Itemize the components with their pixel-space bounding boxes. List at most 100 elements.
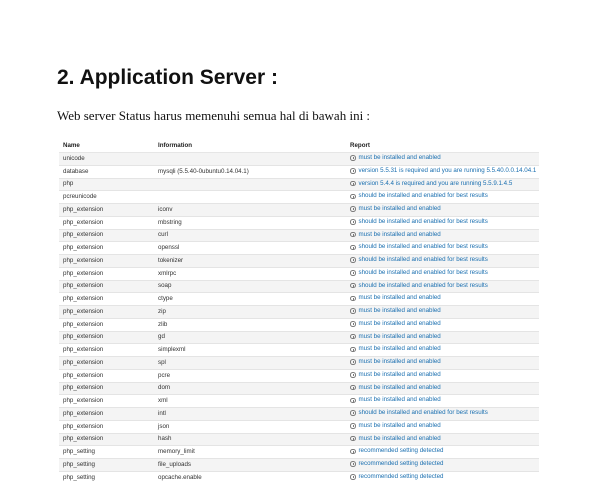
cell-report: must be installed and enabled — [346, 343, 539, 357]
report-text: must be installed and enabled — [358, 345, 441, 353]
cell-information: curl — [154, 228, 346, 242]
info-circle-icon — [350, 461, 356, 467]
info-circle-icon — [350, 448, 356, 454]
table-row: php_extension dom must be installed and en… — [59, 381, 539, 395]
cell-report: must be installed and enabled — [346, 228, 539, 242]
info-circle-icon — [350, 180, 356, 187]
report-entry: must be installed and enabled — [350, 332, 441, 342]
info-circle-icon — [350, 474, 356, 480]
cell-information — [154, 177, 346, 191]
info-circle-icon — [350, 346, 356, 352]
cell-name: php_extension — [59, 407, 154, 421]
cell-name: php_extension — [59, 343, 154, 357]
report-text: must be installed and enabled — [358, 307, 441, 314]
report-text: should be installed and enabled for best… — [358, 256, 488, 263]
cell-report: should be installed and enabled for best… — [346, 266, 539, 280]
report-entry: must be installed and enabled — [350, 357, 441, 367]
table-row: php_extension intl should be installed and… — [59, 407, 539, 421]
cell-report: must be installed and enabled — [346, 317, 539, 331]
report-text: should be installed and enabled for best… — [358, 217, 488, 225]
table-row: php_extension xmlrpc should be installed a… — [59, 266, 539, 280]
report-text: must be installed and enabled — [358, 230, 441, 238]
info-circle-icon — [350, 372, 356, 378]
report-text: recommended setting detected — [358, 472, 444, 480]
cell-information: opcache.enable — [154, 470, 346, 484]
report-text: should be installed and enabled for best… — [358, 281, 488, 289]
table-row: php_extension zlib must be installed and e… — [59, 317, 539, 331]
info-circle-icon — [350, 423, 356, 429]
column-header-name: Name — [59, 139, 154, 153]
report-text: must be installed and enabled — [358, 421, 441, 429]
info-circle-icon — [350, 295, 356, 301]
report-text: must be installed and enabled — [358, 332, 441, 340]
info-circle-icon — [350, 384, 356, 391]
table-row: php version 5.4.4 is required and you are… — [59, 177, 539, 191]
report-text: recommended setting detected — [358, 460, 444, 467]
cell-report: must be installed and enabled — [346, 292, 539, 306]
report-entry: must be installed and enabled — [350, 204, 441, 214]
info-circle-icon — [350, 308, 356, 314]
table-row: php_extension soap should be installed and… — [59, 279, 539, 293]
table-row: php_extension hash must be installed and e… — [59, 432, 539, 446]
cell-name: php_extension — [59, 381, 154, 395]
cell-information — [154, 152, 346, 166]
cell-report: should be installed and enabled for best… — [346, 215, 539, 229]
report-entry: should be installed and enabled for best… — [350, 242, 488, 252]
environment-table: Name Information Report unicode must be i… — [59, 139, 539, 484]
table-row: database mysqli (5.5.40-0ubuntu0.14.04.1)… — [59, 164, 539, 178]
info-circle-icon — [350, 397, 356, 403]
info-circle-icon — [350, 231, 356, 238]
report-entry: must be installed and enabled — [350, 383, 441, 393]
info-circle-icon — [350, 219, 356, 225]
cell-report: must be installed and enabled — [346, 152, 539, 166]
report-entry: version 5.5.31 is required and you are r… — [350, 166, 536, 176]
report-entry: must be installed and enabled — [350, 370, 441, 380]
cell-information: zip — [154, 305, 346, 319]
cell-information: mbstring — [154, 215, 346, 229]
cell-report: must be installed and enabled — [346, 203, 539, 217]
table-row: php_extension zip must be installed and en… — [59, 305, 539, 319]
report-text: version 5.5.31 is required and you are r… — [358, 166, 537, 174]
info-circle-icon — [350, 155, 356, 161]
cell-information: hash — [154, 432, 346, 446]
cell-report: must be installed and enabled — [346, 356, 539, 370]
report-entry: should be installed and enabled for best… — [350, 217, 488, 227]
table-row: php_extension spl must be installed and en… — [59, 356, 539, 370]
cell-report: must be installed and enabled — [346, 432, 539, 446]
table-row: php_extension curl must be installed and e… — [59, 228, 539, 242]
report-text: should be installed and enabled for best… — [358, 192, 488, 200]
cell-name: php_extension — [59, 292, 154, 306]
table-row: php_setting opcache.enable recommended set… — [59, 470, 539, 484]
table-row: php_extension tokenizer should be installe… — [59, 254, 539, 268]
report-text: must be installed and enabled — [358, 319, 441, 327]
cell-information: soap — [154, 279, 346, 293]
cell-report: must be installed and enabled — [346, 305, 539, 319]
report-entry: must be installed and enabled — [350, 421, 441, 431]
table-row: php_setting memory_limit recommended setti… — [59, 445, 539, 459]
cell-information: gd — [154, 330, 346, 344]
cell-information: simplexml — [154, 343, 346, 357]
report-entry: recommended setting detected — [350, 472, 443, 482]
info-circle-icon — [350, 321, 356, 327]
table-row: php_extension ctype must be installed and … — [59, 292, 539, 306]
table-row: php_extension simplexml must be installed … — [59, 343, 539, 357]
report-entry: must be installed and enabled — [350, 344, 441, 354]
cell-information: zlib — [154, 317, 346, 331]
cell-information: tokenizer — [154, 254, 346, 268]
report-text: must be installed and enabled — [358, 358, 441, 365]
cell-information: mysqli (5.5.40-0ubuntu0.14.04.1) — [154, 164, 346, 178]
cell-name: php_extension — [59, 266, 154, 280]
cell-information: ctype — [154, 292, 346, 306]
info-circle-icon — [350, 193, 356, 199]
cell-name: php_extension — [59, 419, 154, 433]
report-entry: version 5.4.4 is required and you are ru… — [350, 179, 512, 189]
report-entry: recommended setting detected — [350, 459, 443, 469]
cell-report: should be installed and enabled for best… — [346, 190, 539, 204]
cell-name: php_extension — [59, 368, 154, 382]
cell-name: php — [59, 177, 154, 191]
report-text: version 5.4.4 is required and you are ru… — [358, 179, 513, 187]
cell-name: php_extension — [59, 330, 154, 344]
info-circle-icon — [350, 270, 356, 276]
table-row: php_setting file_uploads recommended setti… — [59, 458, 539, 472]
report-text: must be installed and enabled — [358, 396, 441, 404]
